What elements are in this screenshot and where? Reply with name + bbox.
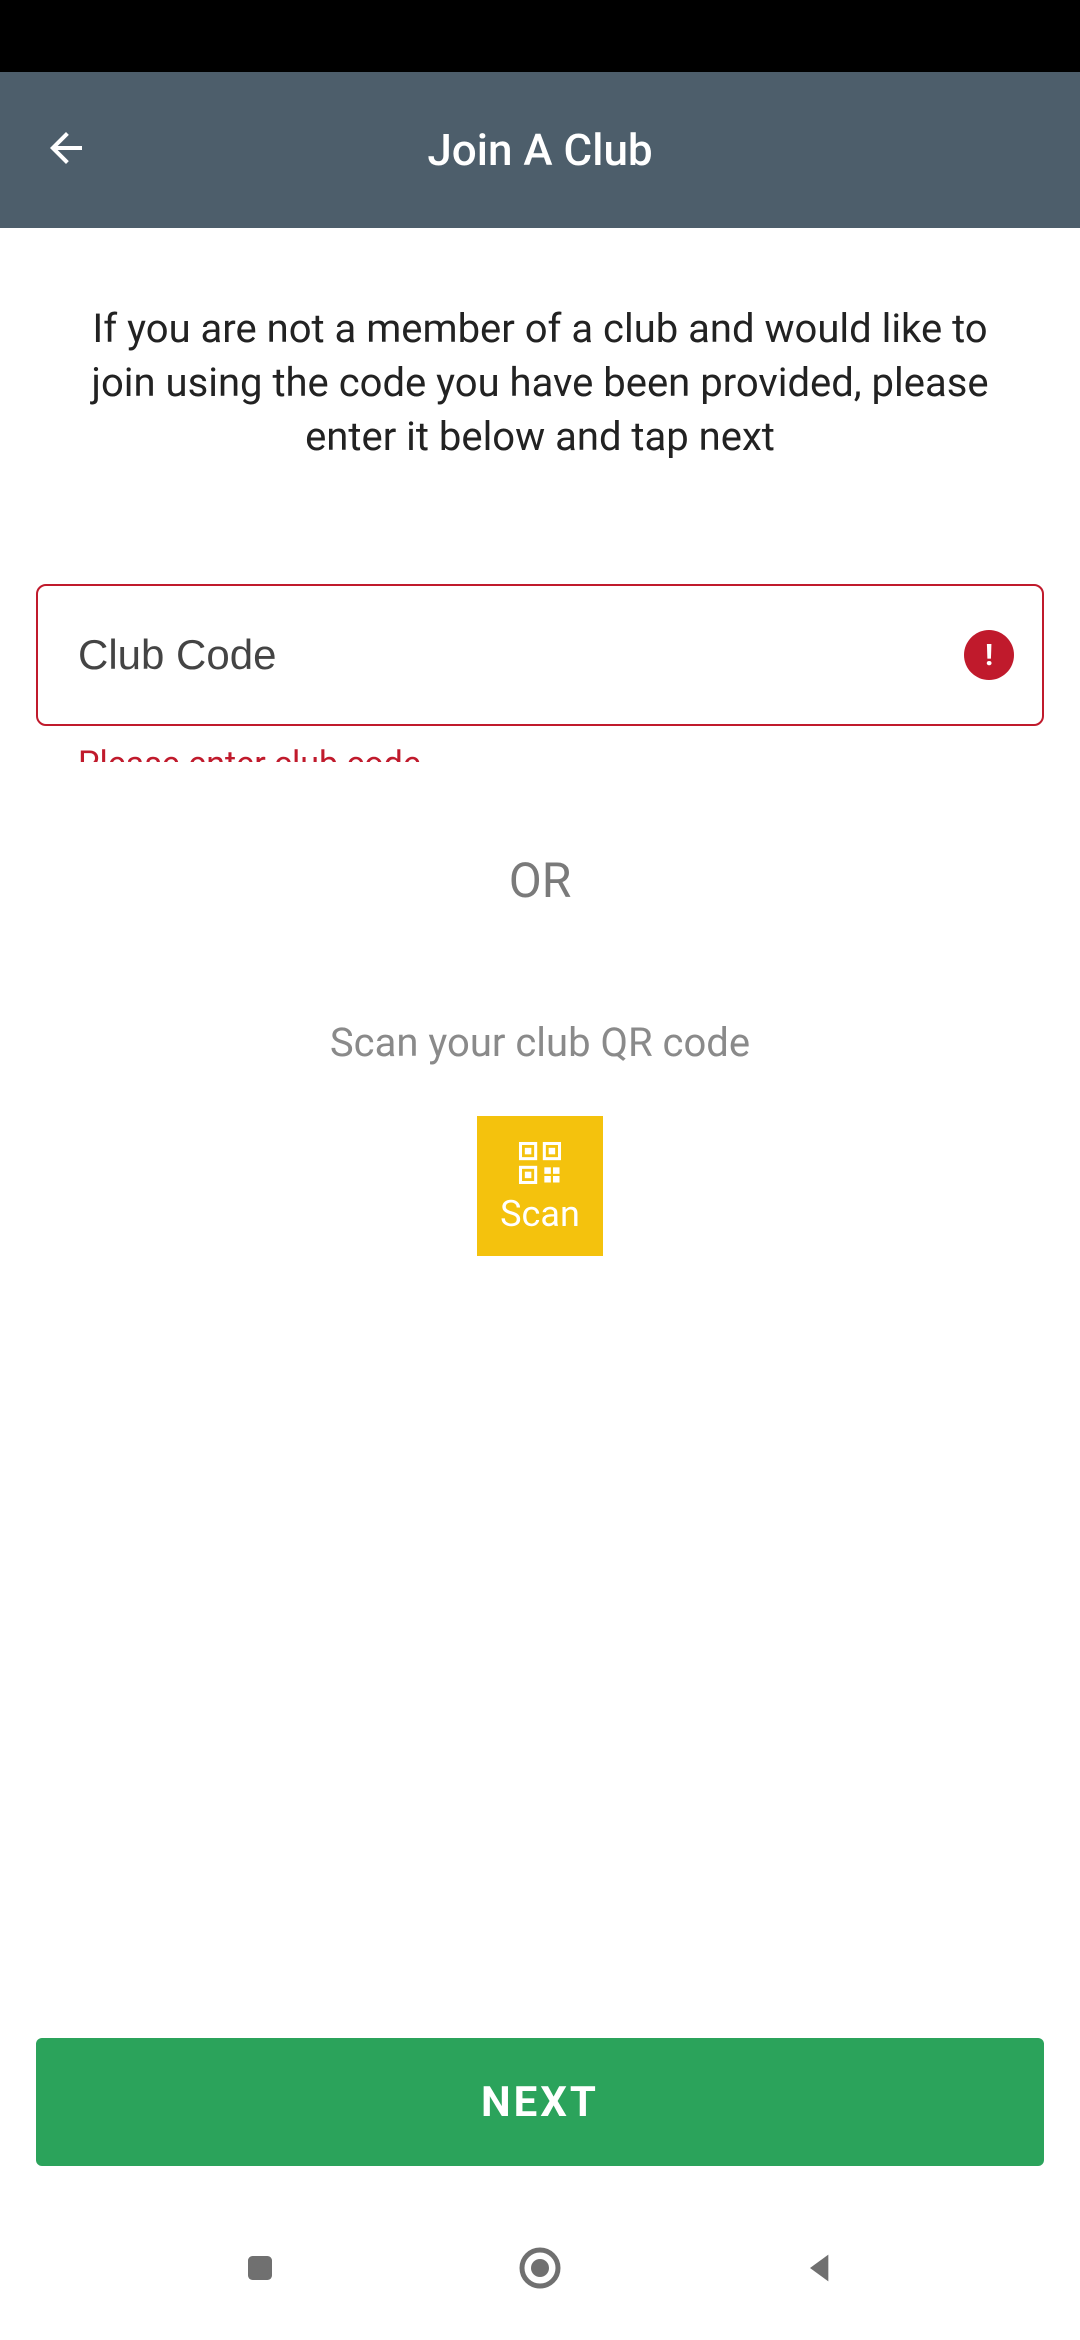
page-title: Join A Club [427,124,652,176]
or-separator: OR [36,852,1044,909]
app-bar: Join A Club [0,72,1080,228]
arrow-left-icon [42,124,90,176]
system-nav-bar [0,2196,1080,2340]
next-button[interactable]: NEXT [36,2038,1044,2166]
content-area: If you are not a member of a club and wo… [0,228,1080,2196]
nav-home-button[interactable] [510,2238,570,2298]
back-button[interactable] [36,120,96,180]
club-code-input[interactable] [78,631,964,679]
error-message: Please enter club code [36,738,1044,762]
qr-code-icon [514,1137,566,1189]
club-code-input-container[interactable]: ! [36,584,1044,726]
scan-qr-button[interactable]: Scan [477,1116,603,1256]
scan-button-label: Scan [500,1193,580,1235]
instructions-text: If you are not a member of a club and wo… [36,302,1044,464]
nav-recent-button[interactable] [230,2238,290,2298]
scan-prompt: Scan your club QR code [36,1019,1044,1066]
error-icon: ! [964,630,1014,680]
status-bar [0,0,1080,72]
nav-back-button[interactable] [790,2238,850,2298]
